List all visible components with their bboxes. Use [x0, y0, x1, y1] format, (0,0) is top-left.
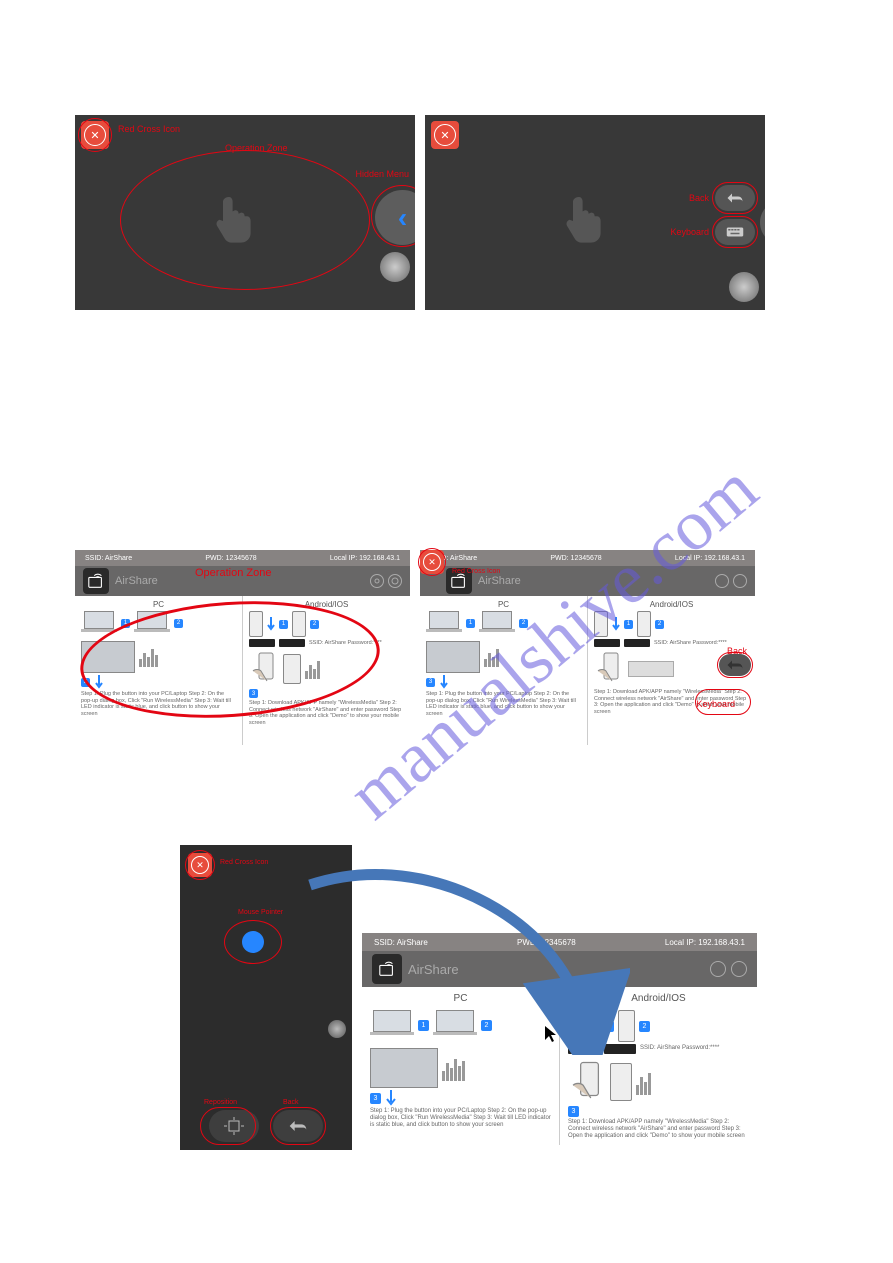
- android-heading: Android/IOS: [594, 600, 749, 609]
- annotation-circle-keyboard: [712, 216, 758, 248]
- settings-gear-icon[interactable]: [731, 961, 747, 977]
- back-annotation-label: Back: [689, 193, 709, 203]
- step-badge: 3: [426, 678, 435, 687]
- hand-icon: [555, 185, 615, 245]
- google-play-badge-icon: [594, 639, 620, 647]
- step-badge: 3: [370, 1093, 381, 1104]
- ip-value: 192.168.43.1: [359, 555, 400, 562]
- annotation-circle-back: [270, 1107, 326, 1145]
- step-badge: 1: [624, 620, 633, 629]
- airshare-panel-2: SSID: AirShare PWD: 12345678 Local IP: 1…: [420, 550, 755, 745]
- phone-icon: [594, 611, 608, 637]
- airshare-title: AirShare: [115, 575, 158, 587]
- airshare-panel-1: SSID: AirShare PWD: 12345678 Local IP: 1…: [75, 550, 410, 745]
- annotation-circle-pointer: [224, 920, 282, 964]
- pc-column: PC 1 2 3 Step 1: Plug the button into yo…: [420, 596, 588, 745]
- row-2: SSID: AirShare PWD: 12345678 Local IP: 1…: [0, 310, 893, 745]
- annotation-circle-back: [717, 652, 753, 678]
- ip-label: Local IP:: [330, 555, 357, 562]
- laptop-icon: [479, 611, 515, 635]
- home-indicator-icon: [729, 272, 759, 302]
- ssid-label: SSID:: [85, 555, 103, 562]
- settings-icon[interactable]: [715, 574, 729, 588]
- side-arrow-icon[interactable]: ›: [760, 200, 765, 245]
- pwd-value: 12345678: [571, 555, 602, 562]
- hidden-annotation-label: Hidden Menu: [355, 169, 409, 179]
- hand-icon: [205, 185, 265, 245]
- close-annotation-label: Red Cross Icon: [220, 859, 268, 866]
- chart-icon: [636, 1069, 684, 1095]
- back-annotation-label: Back: [283, 1099, 299, 1106]
- pointer-annotation-label: Mouse Pointer: [238, 909, 283, 916]
- hand-phone-icon: [568, 1060, 606, 1104]
- pc-instructions: Step 1: Plug the button into your PC/Lap…: [426, 691, 581, 717]
- chart-icon: [442, 1055, 490, 1081]
- settings-icon[interactable]: [370, 574, 384, 588]
- zone-annotation-label: Operation Zone: [195, 567, 271, 579]
- tv-icon: [426, 641, 480, 673]
- pwd-label: PWD:: [550, 555, 568, 562]
- app-store-badge-icon: [624, 639, 650, 647]
- step-badge: 2: [655, 620, 664, 629]
- airshare-body: PC 1 2 3 Step 1: Plug the button into yo…: [420, 596, 755, 745]
- arrow-down-icon: [612, 617, 620, 631]
- pwd-label: PWD:: [205, 555, 223, 562]
- android-column: Android/IOS Back 1 2 SSID: AirShare Pass…: [588, 596, 755, 745]
- close-icon: ✕: [434, 124, 456, 146]
- annotation-circle-knob: [371, 185, 415, 247]
- keyboard-icon: [628, 661, 674, 677]
- step-badge: 2: [519, 619, 528, 628]
- touchpad-panel-2: ✕ Back Keyboard ›: [425, 115, 765, 310]
- settings-gear-icon[interactable]: [733, 574, 747, 588]
- phone-chart-icon: [610, 1063, 632, 1101]
- ip-label: Local IP:: [675, 555, 702, 562]
- annotation-circle-back: [712, 182, 758, 214]
- row-1: ✕ Red Cross Icon Operation Zone Hidden M…: [0, 0, 893, 310]
- annotation-circle-keyboard: [695, 689, 751, 715]
- airshare-status-bar: SSID: AirShare PWD: 12345678 Local IP: 1…: [75, 550, 410, 566]
- arrow-down-icon: [385, 1090, 397, 1106]
- ssid-caption: SSID: AirShare Password:****: [654, 640, 727, 647]
- ssid-value: AirShare: [105, 555, 132, 562]
- chart-icon: [484, 647, 520, 667]
- hand-phone-icon: [594, 651, 624, 687]
- ip-value: 192.168.43.1: [698, 938, 745, 947]
- close-button[interactable]: ✕: [431, 121, 459, 149]
- annotation-circle-close: [418, 548, 446, 576]
- settings-gear-icon[interactable]: [388, 574, 402, 588]
- connection-arrow-icon: [290, 865, 630, 1055]
- android-instructions: Step 1: Download APK/APP namely "Wireles…: [568, 1119, 749, 1141]
- ip-label: Local IP:: [665, 938, 696, 947]
- pc-instructions: Step 1: Plug the button into your PC/Lap…: [370, 1108, 551, 1130]
- reposition-annotation-label: Reposition: [204, 1099, 237, 1106]
- pc-heading: PC: [426, 600, 581, 609]
- step-badge: 1: [466, 619, 475, 628]
- close-annotation-label: Red Cross Icon: [118, 124, 180, 134]
- ip-value: 192.168.43.1: [704, 555, 745, 562]
- airshare-logo-icon: [83, 568, 109, 594]
- pwd-value: 12345678: [226, 555, 257, 562]
- ssid-value: AirShare: [450, 555, 477, 562]
- home-indicator-icon: [380, 252, 410, 282]
- annotation-circle-close: [78, 118, 112, 152]
- annotation-circle-reposition: [200, 1107, 256, 1145]
- arrow-down-icon: [439, 675, 449, 689]
- annotation-circle-close: [185, 850, 215, 880]
- airshare-status-bar: SSID: AirShare PWD: 12345678 Local IP: 1…: [420, 550, 755, 566]
- laptop-icon: [426, 611, 462, 635]
- ssid-caption: SSID: AirShare Password:****: [640, 1045, 719, 1052]
- step-badge: 2: [639, 1021, 650, 1032]
- phone-icon: [637, 611, 651, 637]
- step-badge: 3: [568, 1106, 579, 1117]
- close-annotation-label: Red Cross Icon: [452, 568, 500, 575]
- touchpad-panel-1: ✕ Red Cross Icon Operation Zone Hidden M…: [75, 115, 415, 310]
- keyboard-annotation-label: Keyboard: [670, 227, 709, 237]
- airshare-title: AirShare: [478, 575, 521, 587]
- settings-icon[interactable]: [710, 961, 726, 977]
